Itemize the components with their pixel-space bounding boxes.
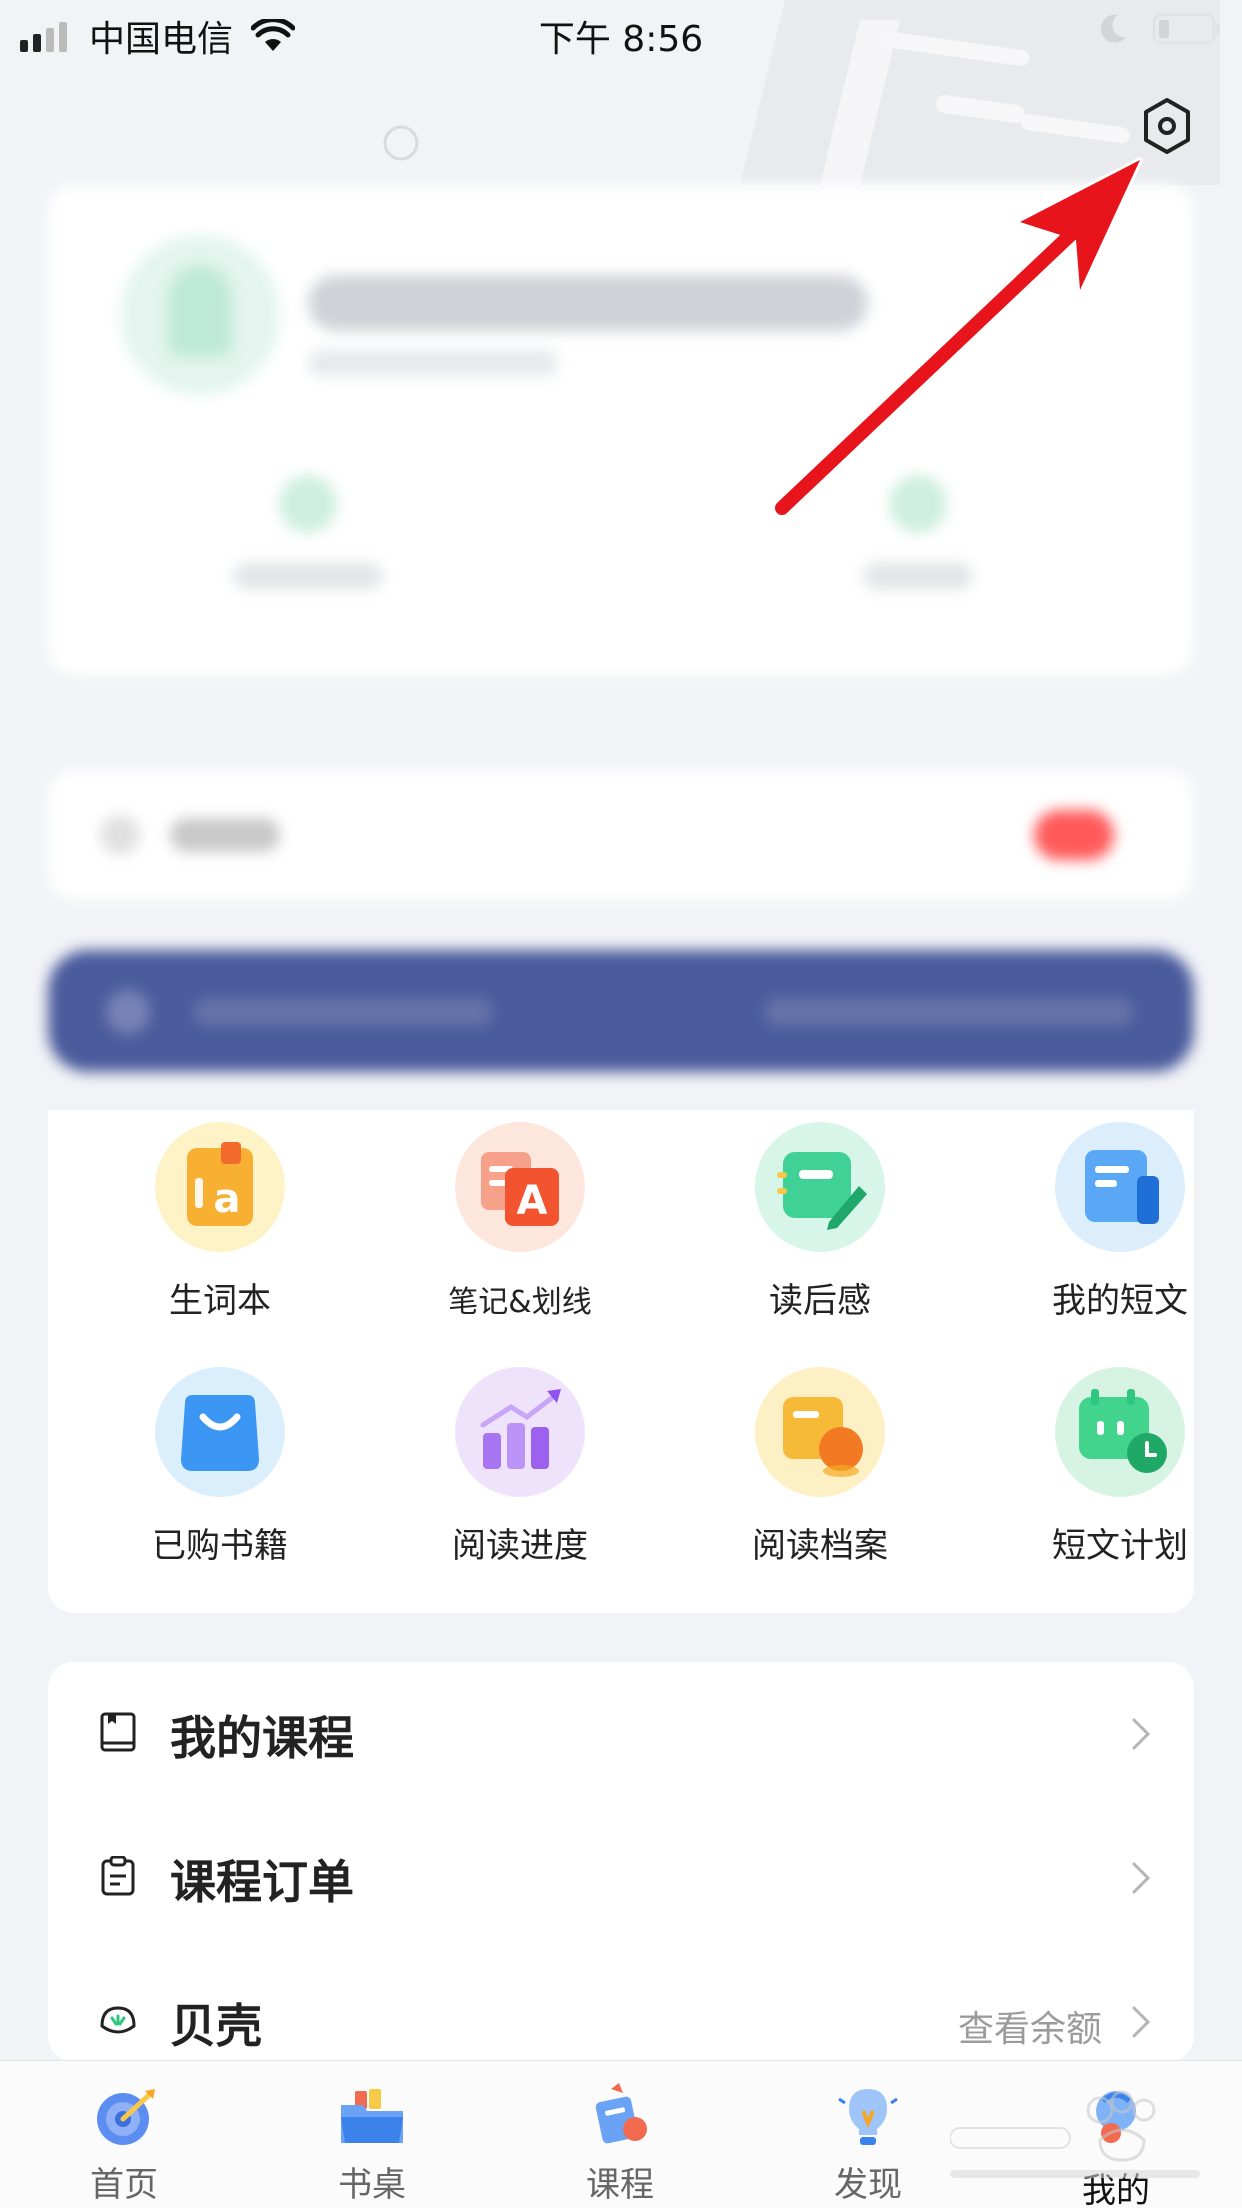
notes-highlight-icon: A — [455, 1122, 585, 1252]
tab-label: 首页 — [90, 2165, 158, 2205]
profile-stat[interactable] — [228, 475, 388, 589]
reflection-note-icon — [755, 1122, 885, 1252]
essay-plan-icon — [1055, 1367, 1185, 1497]
feature-vocabulary[interactable]: a 生词本 — [70, 1110, 370, 1340]
tab-label: 课程 — [586, 2165, 654, 2205]
menu-item-course-orders[interactable]: 课程订单 — [48, 1806, 1194, 1946]
feature-reading-progress[interactable]: 阅读进度 — [370, 1355, 670, 1585]
profile-stat[interactable] — [838, 475, 998, 589]
balance-hint: 查看余额 — [957, 2009, 1102, 2050]
notice-badge — [1034, 810, 1114, 860]
feature-label: 读后感 — [769, 1281, 871, 1321]
vocabulary-book-icon: a — [155, 1122, 285, 1252]
clipboard-icon — [101, 1856, 135, 1896]
feature-label: 已购书籍 — [152, 1526, 288, 1566]
feature-reading-archive[interactable]: 阅读档案 — [670, 1355, 970, 1585]
course-icon — [595, 2083, 647, 2144]
feature-notes[interactable]: A 笔记&划线 — [370, 1110, 670, 1340]
tab-home[interactable]: 首页 — [0, 2061, 248, 2208]
feature-reflection[interactable]: 读后感 — [670, 1110, 970, 1340]
profile-card[interactable] — [48, 185, 1194, 675]
user-subtitle-placeholder — [308, 350, 558, 376]
tab-label: 书桌 — [338, 2165, 406, 2205]
avatar[interactable] — [120, 235, 280, 395]
menu-label: 贝壳 — [170, 1999, 262, 2053]
feature-label: 生词本 — [169, 1281, 271, 1321]
menu-item-my-courses[interactable]: 我的课程 — [48, 1662, 1194, 1802]
feature-my-essay[interactable]: 我的短文 — [970, 1110, 1242, 1340]
username-placeholder — [308, 275, 868, 331]
tab-courses[interactable]: 课程 — [496, 2061, 744, 2208]
menu-list: 我的课程 课程订单 贝壳 查看余额 — [48, 1662, 1194, 2062]
menu-item-shells[interactable]: 贝壳 查看余额 — [48, 1950, 1194, 2062]
lightbulb-icon — [838, 2089, 898, 2145]
chevron-right-icon — [1132, 1862, 1151, 1894]
menu-label: 课程订单 — [170, 1855, 354, 1909]
feature-label: 阅读进度 — [452, 1526, 588, 1566]
baidu-watermark-logo — [950, 2090, 1200, 2178]
decor-circle — [383, 125, 419, 161]
chevron-right-icon — [1132, 2006, 1151, 2038]
svg-text:a: a — [214, 1176, 241, 1222]
book-outline-icon — [100, 1712, 136, 1752]
my-essay-icon — [1055, 1122, 1185, 1252]
header-decoration — [740, 0, 1220, 185]
feature-label: 短文计划 — [1052, 1526, 1188, 1566]
folder-icon — [341, 2089, 403, 2143]
settings-icon[interactable] — [1140, 96, 1194, 156]
menu-label: 我的课程 — [170, 1711, 354, 1765]
feature-purchased-books[interactable]: 已购书籍 — [70, 1355, 370, 1585]
reading-archive-icon — [755, 1367, 885, 1497]
reading-progress-icon — [455, 1367, 585, 1497]
promo-banner[interactable] — [48, 950, 1194, 1072]
tab-desk[interactable]: 书桌 — [248, 2061, 496, 2208]
chevron-right-icon — [1132, 1718, 1151, 1750]
feature-label: 阅读档案 — [752, 1526, 888, 1566]
shopping-bag-icon — [155, 1367, 285, 1497]
svg-text:A: A — [517, 1178, 548, 1224]
notice-row[interactable] — [48, 770, 1194, 900]
shell-icon — [100, 2006, 136, 2034]
feature-essay-plan[interactable]: 短文计划 — [970, 1355, 1242, 1585]
feature-grid: a 生词本 A 笔记&划线 读后感 我的短文 已购书籍 阅读进度 阅读档案 短文… — [48, 1110, 1194, 1613]
feature-label: 我的短文 — [1052, 1281, 1188, 1321]
target-icon — [97, 2089, 155, 2145]
feature-label: 笔记&划线 — [448, 1285, 592, 1320]
